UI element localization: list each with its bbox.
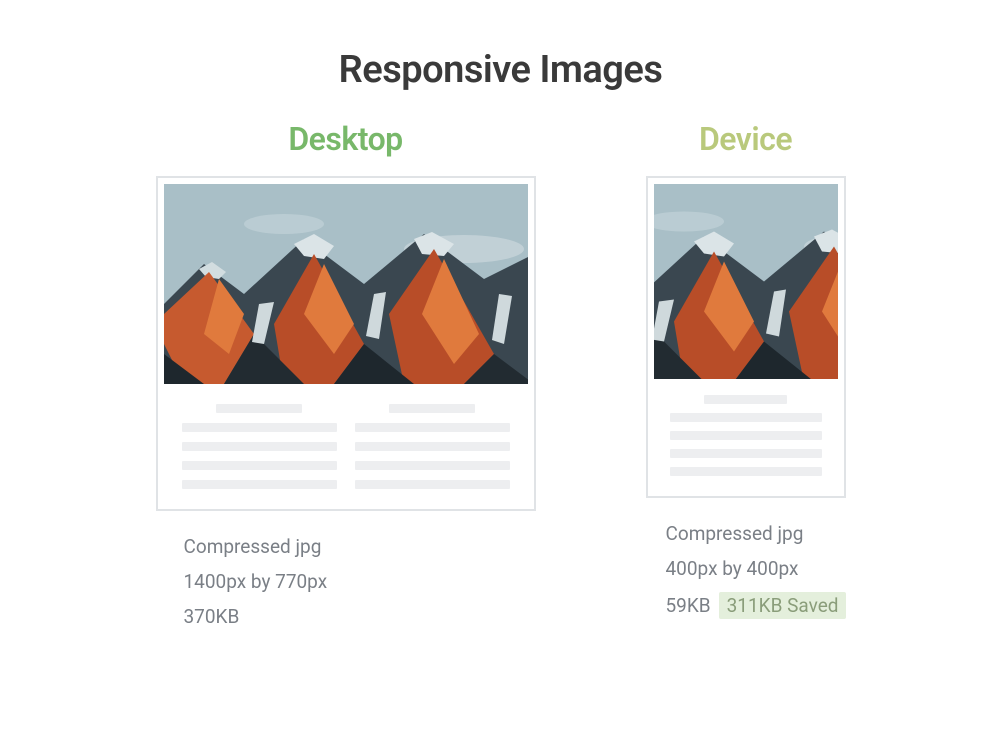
placeholder-line: [704, 395, 788, 404]
comparison-row: Desktop: [0, 120, 1001, 628]
placeholder-line: [182, 480, 337, 489]
placeholder-line: [670, 449, 822, 458]
placeholder-line: [670, 431, 822, 440]
desktop-placeholder-text: [164, 384, 528, 495]
desktop-format: Compressed jpg: [184, 535, 536, 558]
placeholder-line: [355, 480, 510, 489]
desktop-column: Desktop: [156, 120, 536, 628]
desktop-card: [156, 176, 536, 511]
device-column: Device: [646, 120, 846, 628]
mountain-icon: [654, 184, 838, 379]
device-card: [646, 176, 846, 498]
page-title: Responsive Images: [0, 48, 1001, 92]
desktop-meta: Compressed jpg 1400px by 770px 370KB: [156, 535, 536, 628]
device-saved-badge: 311KB Saved: [719, 592, 847, 619]
desktop-size: 370KB: [184, 605, 536, 628]
placeholder-line: [355, 423, 510, 432]
device-format: Compressed jpg: [666, 522, 846, 545]
device-placeholder-text: [654, 379, 838, 482]
placeholder-line: [670, 413, 822, 422]
device-meta: Compressed jpg 400px by 400px 59KB 311KB…: [646, 522, 846, 619]
placeholder-line: [389, 404, 474, 413]
device-size-row: 59KB 311KB Saved: [666, 592, 846, 619]
placeholder-line: [182, 442, 337, 451]
desktop-image: [164, 184, 528, 384]
desktop-heading: Desktop: [288, 120, 402, 158]
device-image: [654, 184, 838, 379]
mountain-icon: [164, 184, 528, 384]
placeholder-line: [216, 404, 301, 413]
placeholder-line: [182, 423, 337, 432]
desktop-dimensions: 1400px by 770px: [184, 570, 536, 593]
device-dimensions: 400px by 400px: [666, 557, 846, 580]
placeholder-line: [355, 461, 510, 470]
placeholder-line: [670, 467, 822, 476]
device-heading: Device: [699, 120, 792, 158]
placeholder-line: [355, 442, 510, 451]
device-size: 59KB: [666, 594, 711, 617]
placeholder-line: [182, 461, 337, 470]
